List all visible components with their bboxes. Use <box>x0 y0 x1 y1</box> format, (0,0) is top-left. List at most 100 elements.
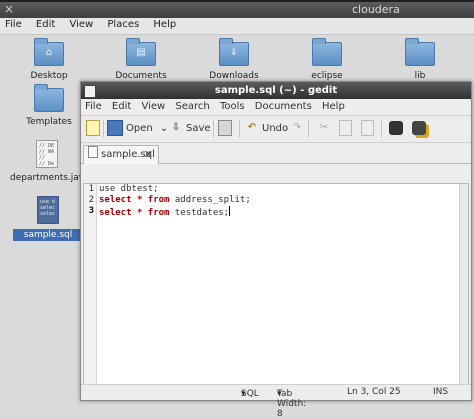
desktop-icon-documents[interactable]: ▤ Documents <box>106 38 176 81</box>
folder-icon <box>312 38 342 66</box>
redo-button[interactable]: ↷ <box>290 120 307 138</box>
undo-label: Undo <box>262 123 289 134</box>
save-icon: ⇩ <box>171 122 181 133</box>
chevron-down-icon[interactable]: ⌄ <box>160 123 168 134</box>
text-editor[interactable]: 123 use dbtest; select * from address_spl… <box>83 183 469 385</box>
gedit-menu-view[interactable]: View <box>141 99 165 115</box>
desktop-icon-departments[interactable]: // DE // WA // // De departments.jav <box>10 140 84 183</box>
folder-icon <box>405 38 435 66</box>
chevron-down-icon: ▾ <box>277 389 282 399</box>
menu-edit[interactable]: Edit <box>36 18 55 30</box>
save-button[interactable]: ⇩ Save <box>169 120 211 138</box>
desktop-icon-sample-sql[interactable]: use d selec selec sample.sql <box>13 196 83 241</box>
desktop-icon-label: Templates <box>26 117 72 127</box>
menu-places[interactable]: Places <box>107 18 139 30</box>
gedit-app-icon <box>84 85 96 98</box>
window-title: sample.sql (~) - gedit <box>214 85 338 96</box>
gedit-menu-documents[interactable]: Documents <box>255 99 312 115</box>
open-folder-icon <box>107 120 123 136</box>
copy-icon <box>339 120 352 136</box>
menu-file[interactable]: File <box>5 18 22 30</box>
menu-help[interactable]: Help <box>153 18 176 30</box>
undo-icon: ↶ <box>247 122 257 133</box>
find-button[interactable] <box>389 120 406 138</box>
line-number: 2 <box>88 195 94 205</box>
open-label: Open <box>126 123 153 134</box>
code-area[interactable]: use dbtest; select * from address_split; s… <box>99 184 251 218</box>
gedit-menu-file[interactable]: File <box>85 99 102 115</box>
gedit-menu-edit[interactable]: Edit <box>112 99 131 115</box>
open-button[interactable]: Open ⌄ <box>107 120 168 138</box>
toolbar-separator <box>103 120 104 138</box>
code-line[interactable]: use dbtest; <box>99 184 251 195</box>
code-text: address_split; <box>169 195 251 205</box>
gedit-menu-search[interactable]: Search <box>175 99 209 115</box>
desktop-title: cloudera <box>352 3 400 16</box>
desktop-icon-templates[interactable]: Templates <box>14 84 84 127</box>
cursor-position: Ln 3, Col 25 <box>347 387 401 397</box>
desktop-icon-label: departments.jav <box>10 173 85 183</box>
text-cursor <box>229 206 231 216</box>
gedit-toolbar: Open ⌄ ⇩ Save ↶ Undo ↷ ✂ <box>81 116 471 143</box>
print-button[interactable] <box>218 120 235 138</box>
code-text: use dbtest; <box>99 184 159 194</box>
gedit-window: sample.sql (~) - gedit File Edit View Se… <box>80 81 472 419</box>
new-document-button[interactable] <box>86 120 103 138</box>
redo-icon: ↷ <box>292 122 302 133</box>
document-tabbar: sample.sql ✕ <box>81 143 471 164</box>
desktop-icon-label: lib <box>414 71 426 81</box>
copy-button[interactable] <box>339 120 355 138</box>
folder-icon <box>34 84 64 112</box>
paste-button[interactable] <box>361 120 377 138</box>
desktop-icon-label: eclipse <box>311 71 343 81</box>
desktop-top-bar: × cloudera <box>0 0 474 18</box>
sql-keyword: from <box>147 195 170 205</box>
binoculars-icon <box>389 121 403 135</box>
print-icon <box>218 120 232 136</box>
document-icon <box>88 146 98 158</box>
sql-keyword: from <box>147 208 170 218</box>
code-text: testdates; <box>169 208 230 218</box>
close-tab-icon[interactable]: ✕ <box>144 146 153 164</box>
sql-keyword: select <box>99 195 132 205</box>
text-file-icon: // DE // WA // // De <box>36 140 58 168</box>
find-replace-icon <box>412 121 426 135</box>
save-label: Save <box>186 123 211 134</box>
new-document-icon <box>86 120 100 136</box>
chevron-down-icon: ▾ <box>241 389 246 399</box>
toolbar-separator <box>239 120 240 138</box>
desktop-menubar: File Edit View Places Help <box>0 18 474 35</box>
toolbar-separator <box>308 120 309 138</box>
gedit-menu-tools[interactable]: Tools <box>220 99 245 115</box>
code-line[interactable]: select * from testdates; <box>99 206 251 218</box>
folder-icon: ⇓ <box>219 38 249 66</box>
line-numbers: 123 <box>84 184 97 384</box>
window-titlebar[interactable]: sample.sql (~) - gedit <box>81 82 471 99</box>
gedit-menu-help[interactable]: Help <box>322 99 345 115</box>
undo-button[interactable]: ↶ Undo <box>245 120 288 138</box>
gedit-menubar: File Edit View Search Tools Documents He… <box>81 99 471 116</box>
tab-sample-sql[interactable]: sample.sql ✕ <box>83 145 159 164</box>
cut-button[interactable]: ✂ <box>317 120 334 138</box>
menu-view[interactable]: View <box>69 18 93 30</box>
desktop-icon-lib[interactable]: lib <box>385 38 455 81</box>
code-line[interactable]: select * from address_split; <box>99 195 251 206</box>
close-icon[interactable]: × <box>4 2 14 16</box>
desktop-icon-label: Documents <box>115 71 167 81</box>
sql-keyword: select <box>99 208 132 218</box>
vertical-scrollbar[interactable] <box>459 184 468 384</box>
desktop-icon-desktop[interactable]: ⌂ Desktop <box>14 38 84 81</box>
desktop-icon-label: sample.sql <box>13 229 83 241</box>
toolbar-separator <box>381 120 382 138</box>
line-number: 1 <box>88 184 94 194</box>
desktop-icon-label: Downloads <box>209 71 259 81</box>
desktop-icon-eclipse[interactable]: eclipse <box>292 38 362 81</box>
status-bar: SQL ▾ Tab Width: 8 ▾ Ln 3, Col 25 INS <box>81 384 471 419</box>
folder-icon: ⌂ <box>34 38 64 66</box>
folder-icon: ▤ <box>126 38 156 66</box>
find-replace-button[interactable] <box>412 120 429 138</box>
desktop-icon-downloads[interactable]: ⇓ Downloads <box>199 38 269 81</box>
cut-icon: ✂ <box>319 122 329 133</box>
top-edge <box>0 0 474 2</box>
toolbar-separator <box>213 120 214 138</box>
